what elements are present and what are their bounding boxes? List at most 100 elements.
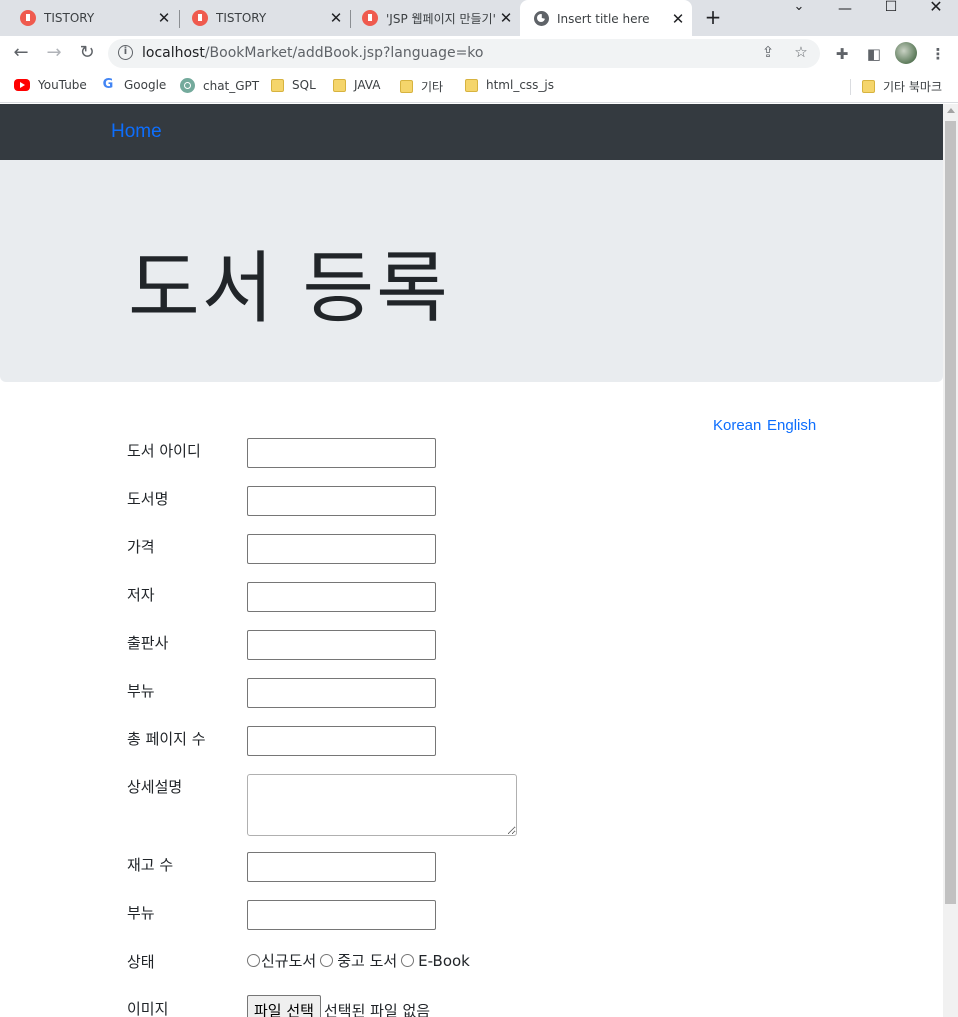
bookmark-separator [850, 79, 851, 95]
tab-search-icon[interactable]: ⌄ [784, 0, 814, 16]
folder-icon [271, 78, 284, 92]
book-id-input[interactable] [247, 438, 436, 468]
extensions-icon[interactable]: ✚ [832, 44, 852, 64]
file-status-text: 선택된 파일 없음 [323, 1001, 431, 1017]
browser-toolbar: ← → ↻ i localhost/BookMarket/addBook.jsp… [0, 36, 958, 71]
english-link[interactable]: English [767, 417, 816, 434]
publisher-label: 출판사 [127, 634, 169, 652]
google-icon: G [102, 77, 114, 92]
condition-label: 상태 [127, 953, 155, 971]
bookmark-google[interactable]: G Google [100, 77, 167, 93]
address-bar[interactable]: i localhost/BookMarket/addBook.jsp?langu… [108, 39, 820, 68]
bookmark-label: YouTube [38, 78, 87, 92]
author-input[interactable] [247, 582, 436, 612]
total-pages-label: 총 페이지 수 [127, 730, 206, 748]
bookmark-folder-etc[interactable]: 기타 [400, 78, 443, 95]
bookmark-label: Google [124, 78, 167, 92]
tab-title: TISTORY [216, 11, 267, 25]
book-name-input[interactable] [247, 486, 436, 516]
bookmark-chatgpt[interactable]: chat_GPT [180, 78, 259, 93]
side-panel-icon[interactable]: ◧ [864, 44, 884, 64]
folder-icon [465, 78, 478, 92]
tab-strip: TISTORY ✕ TISTORY ✕ 'JSP 웹페이지 만들기' ✕ Ins… [0, 0, 958, 37]
tab-title: 'JSP 웹페이지 만들기' [386, 11, 496, 26]
bookmark-folder-html[interactable]: html_css_js [465, 78, 554, 92]
youtube-icon [14, 79, 30, 91]
bookmark-folder-java[interactable]: JAVA [333, 78, 380, 92]
condition-radio-new[interactable] [247, 954, 260, 967]
tab-title: TISTORY [44, 11, 95, 25]
scroll-up-icon[interactable] [947, 108, 955, 113]
page-title: 도서 등록 [128, 244, 450, 334]
stock-label: 재고 수 [127, 856, 174, 874]
korean-link[interactable]: Korean [713, 417, 761, 434]
tab-tistory-1[interactable]: TISTORY ✕ [0, 0, 178, 36]
bookmark-label: 기타 [421, 80, 444, 94]
profile-avatar[interactable] [895, 42, 917, 64]
url-host: localhost [142, 45, 205, 61]
forward-icon[interactable]: → [43, 42, 65, 64]
condition-radio-group: 신규도서 중고 도서 E-Book [247, 950, 474, 971]
folder-icon [400, 80, 413, 93]
choose-file-button[interactable]: 파일 선택 [247, 995, 321, 1017]
page-viewport: Home 도서 등록 Korean English 도서 아이디 도서명 가격 … [0, 104, 943, 1017]
book-name-label: 도서명 [127, 490, 169, 508]
minimize-icon[interactable]: — [830, 2, 860, 18]
bookmark-youtube[interactable]: YouTube [14, 78, 87, 92]
close-icon[interactable]: ✕ [156, 9, 172, 27]
close-icon[interactable]: ✕ [498, 9, 514, 27]
tab-title: Insert title here [557, 11, 650, 26]
bookmark-label: 기타 북마크 [883, 80, 943, 94]
bookmark-label: chat_GPT [203, 78, 260, 93]
tistory-icon [20, 10, 36, 26]
condition-radio-ebook[interactable] [401, 954, 415, 967]
maximize-icon[interactable]: ☐ [876, 0, 906, 16]
folder-icon [333, 78, 346, 92]
publisher-input[interactable] [247, 630, 436, 660]
total-pages-input[interactable] [247, 726, 436, 756]
bookmark-label: JAVA [354, 78, 381, 92]
navbar: Home [0, 104, 943, 160]
release-date-input-2[interactable] [247, 900, 436, 930]
author-label: 저자 [127, 586, 155, 604]
bookmark-label: html_css_js [486, 78, 555, 92]
price-label: 가격 [127, 538, 155, 556]
description-textarea[interactable] [247, 774, 517, 836]
back-icon[interactable]: ← [10, 42, 32, 64]
menu-icon[interactable]: ⋮ [928, 44, 948, 64]
price-input[interactable] [247, 534, 436, 564]
page-scrollbar[interactable] [943, 104, 958, 1017]
share-icon[interactable]: ⇪ [758, 43, 778, 61]
tab-active[interactable]: Insert title here ✕ [520, 0, 692, 37]
image-label: 이미지 [127, 1000, 169, 1017]
new-tab-icon[interactable]: + [702, 6, 724, 28]
release-date-input[interactable] [247, 678, 436, 708]
condition-radio-used[interactable] [320, 954, 334, 967]
tistory-icon [362, 10, 378, 26]
globe-icon [534, 11, 549, 26]
bookmark-star-icon[interactable]: ☆ [791, 43, 811, 61]
window-close-icon[interactable]: ✕ [921, 0, 951, 16]
chatgpt-icon [180, 78, 195, 93]
close-icon[interactable]: ✕ [670, 10, 686, 28]
bookmark-folder-sql[interactable]: SQL [271, 78, 316, 92]
other-bookmarks[interactable]: 기타 북마크 [862, 78, 942, 95]
condition-option-label: E-Book [418, 951, 470, 970]
condition-option-label: 신규도서 [261, 952, 317, 970]
tistory-icon [192, 10, 208, 26]
scrollbar-thumb[interactable] [945, 121, 956, 904]
release-date-label: 부뉴 [127, 682, 155, 700]
url-path: /BookMarket/addBook.jsp?language=ko [204, 45, 484, 61]
home-link[interactable]: Home [111, 121, 162, 143]
stock-input[interactable] [247, 852, 436, 882]
reload-icon[interactable]: ↻ [76, 42, 98, 64]
tab-jsp[interactable]: 'JSP 웹페이지 만들기' ✕ [342, 0, 520, 36]
jumbotron: 도서 등록 [0, 160, 943, 382]
tab-tistory-2[interactable]: TISTORY ✕ [172, 0, 350, 36]
book-id-label: 도서 아이디 [127, 442, 201, 460]
bookmarks-bar: YouTube G Google chat_GPT SQL JAVA 기타 ht… [0, 71, 958, 103]
url-text[interactable]: localhost/BookMarket/addBook.jsp?languag… [142, 45, 483, 61]
image-file-input: 파일 선택 선택된 파일 없음 [247, 995, 430, 1017]
condition-option-label: 중고 도서 [337, 952, 398, 970]
info-icon[interactable]: i [118, 45, 133, 60]
